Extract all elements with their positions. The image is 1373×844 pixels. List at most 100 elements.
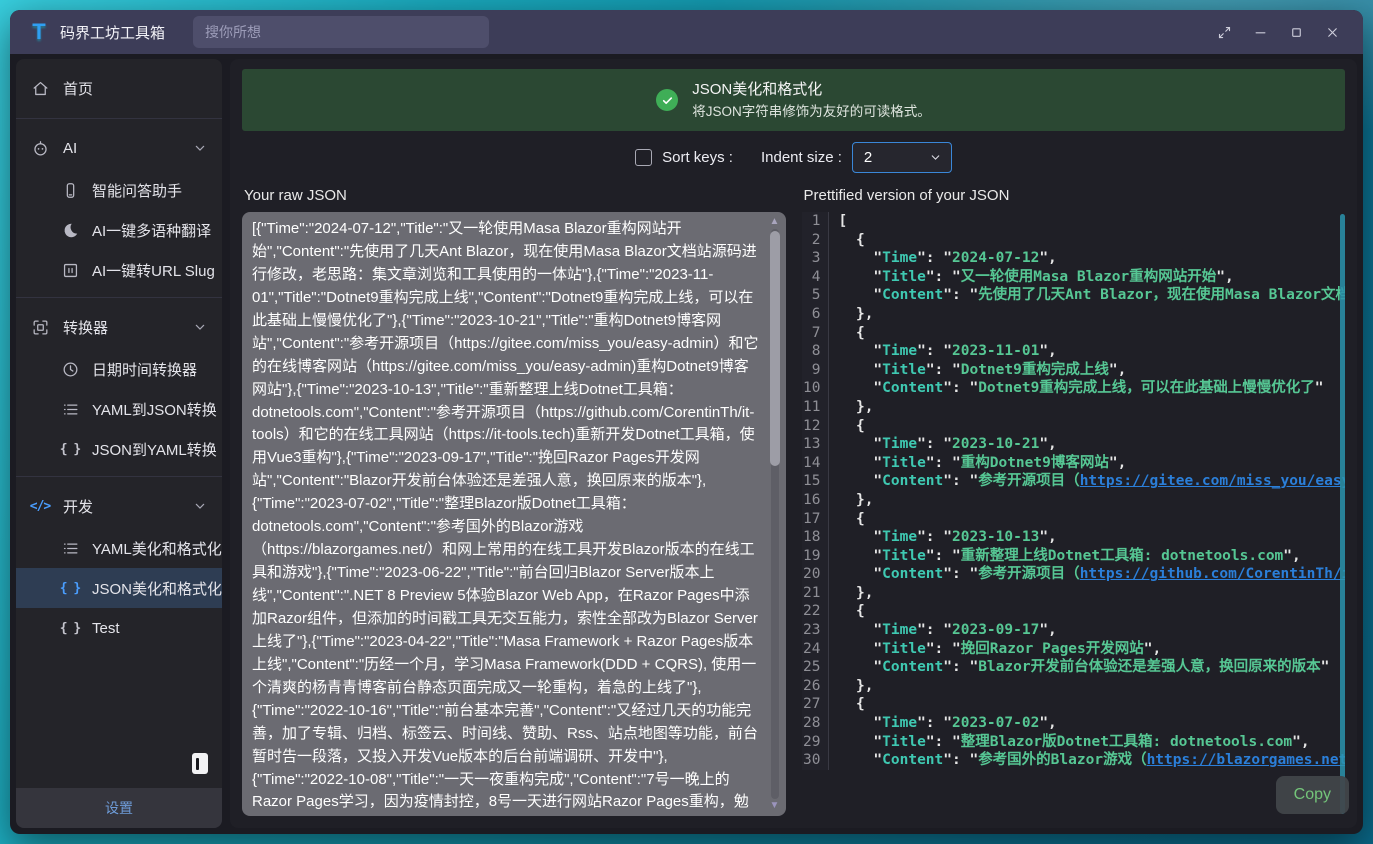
tool-banner: JSON美化和格式化 将JSON字符串修饰为友好的可读格式。	[242, 69, 1345, 131]
line-number: 6	[802, 305, 829, 324]
sort-keys-label: Sort keys :	[662, 149, 733, 166]
line-number: 26	[802, 677, 829, 696]
sort-keys-checkbox[interactable]	[635, 149, 652, 166]
robot-icon	[30, 138, 50, 158]
search-box[interactable]	[193, 16, 489, 48]
close-icon	[1325, 25, 1340, 40]
code-segment: Content	[882, 752, 943, 768]
code-segment: Content	[882, 380, 943, 396]
tool-subtitle: 将JSON字符串修饰为友好的可读格式。	[692, 102, 931, 122]
raw-json-input[interactable]: [{"Time":"2024-07-12","Title":"又一轮使用Masa…	[242, 212, 786, 816]
code-segment: {	[839, 603, 865, 619]
line-number: 22	[802, 602, 829, 621]
raw-json-scrollbar[interactable]: ▲ ▼	[768, 215, 782, 813]
titlebar[interactable]: T 码界工坊工具箱	[10, 10, 1363, 54]
code-segment: {	[839, 511, 865, 527]
settings-button[interactable]: 设置	[16, 788, 222, 828]
code-segment: ",	[1109, 455, 1126, 471]
sidebar-collapse-icon[interactable]	[192, 753, 208, 774]
close-button[interactable]	[1317, 17, 1347, 47]
line-number: 16	[802, 491, 829, 510]
code-content: "Content": "参考开源项目（https://github.com/Co…	[829, 565, 1346, 584]
sidebar-item-json-to-yaml[interactable]: { }JSON到YAML转换	[16, 429, 222, 469]
code-line: 3 "Time": "2024-07-12",	[802, 249, 1346, 268]
code-line: 10 "Content": "Dotnet9重构完成上线，可以在此基础上慢慢优化…	[802, 379, 1346, 398]
code-segment: Time	[882, 436, 917, 452]
scrollbar-thumb[interactable]	[770, 231, 780, 466]
code-content: {	[829, 231, 865, 250]
line-number: 8	[802, 342, 829, 361]
line-number: 18	[802, 528, 829, 547]
code-segment: Time	[882, 622, 917, 638]
code-segment: {	[839, 325, 865, 341]
code-segment: 参考国外的Blazor游戏（	[978, 752, 1146, 768]
code-segment: ": "	[943, 566, 978, 582]
translate-icon	[60, 220, 80, 240]
sidebar-item-json-prettify[interactable]: { }JSON美化和格式化	[16, 568, 222, 608]
banner-text: JSON美化和格式化 将JSON字符串修饰为友好的可读格式。	[692, 78, 931, 122]
code-segment: 2024-07-12	[952, 250, 1039, 266]
code-url-link[interactable]: https://blazorgames.net/	[1147, 752, 1345, 768]
code-line: 26 },	[802, 677, 1346, 696]
chevron-down-icon	[192, 319, 208, 335]
list-icon	[60, 538, 80, 558]
line-number: 25	[802, 658, 829, 677]
code-line: 29 "Title": "整理Blazor版Dotnet工具箱: dotneto…	[802, 733, 1346, 752]
code-lines: 1[2 {3 "Time": "2024-07-12",4 "Title": "…	[802, 212, 1346, 770]
copy-button[interactable]: Copy	[1276, 776, 1349, 814]
sidebar-item-datetime-converter[interactable]: 日期时间转换器	[16, 349, 222, 389]
code-content: "Content": "参考国外的Blazor游戏（https://blazor…	[829, 751, 1346, 770]
code-url-link[interactable]: https://gitee.com/miss_you/easy-admin	[1080, 473, 1345, 489]
code-segment: ",	[1039, 715, 1056, 731]
indent-size-select[interactable]: 2	[852, 142, 952, 173]
code-segment: "	[1315, 380, 1324, 396]
scroll-up-icon[interactable]: ▲	[769, 217, 781, 227]
fullscreen-icon	[1217, 25, 1232, 40]
search-input[interactable]	[205, 24, 477, 40]
code-line: 14 "Title": "重构Dotnet9博客网站",	[802, 454, 1346, 473]
indent-size-label: Indent size :	[761, 149, 842, 166]
sidebar-item-multilang-translate[interactable]: AI一键多语种翻译	[16, 210, 222, 250]
code-segment: Title	[882, 548, 926, 564]
code-segment: ",	[1039, 250, 1056, 266]
sidebar-item-test[interactable]: { }Test	[16, 608, 222, 648]
code-segment: ": "	[926, 362, 961, 378]
maximize-button[interactable]	[1281, 17, 1311, 47]
sidebar-group-dev[interactable]: </>开发	[16, 484, 222, 528]
sidebar-item-label: 转换器	[63, 317, 108, 338]
sidebar-item-home[interactable]: 首页	[16, 65, 222, 111]
minimize-button[interactable]	[1245, 17, 1275, 47]
sidebar-item-yaml-prettify[interactable]: YAML美化和格式化	[16, 528, 222, 568]
sidebar-group-ai[interactable]: AI	[16, 126, 222, 170]
sidebar-item-qa-assistant[interactable]: 智能问答助手	[16, 170, 222, 210]
code-segment: "	[839, 250, 883, 266]
code-segment: ": "	[926, 269, 961, 285]
code-content: {	[829, 602, 865, 621]
code-segment: "	[839, 436, 883, 452]
code-segment: },	[839, 678, 874, 694]
pretty-json-scrollbar[interactable]	[1340, 214, 1345, 814]
code-segment: 2023-07-02	[952, 715, 1039, 731]
sidebar-item-url-slug[interactable]: AI一键转URL Slug	[16, 250, 222, 290]
line-number: 30	[802, 751, 829, 770]
sidebar-item-label: 日期时间转换器	[92, 359, 197, 380]
line-number: 28	[802, 714, 829, 733]
code-segment: 参考开源项目（	[978, 566, 1080, 582]
code-url-link[interactable]: https://github.com/CorentinTh/it-tools	[1080, 566, 1345, 582]
code-segment: ": "	[943, 380, 978, 396]
sidebar-divider	[16, 118, 222, 119]
scroll-down-icon[interactable]: ▼	[769, 801, 781, 811]
code-segment: ": "	[926, 548, 961, 564]
sidebar: 首页 AI智能问答助手AI一键多语种翻译AI一键转URL Slug 转换器日期时间转…	[16, 59, 222, 828]
sidebar-group-converters[interactable]: 转换器	[16, 305, 222, 349]
pretty-json-code[interactable]: 1[2 {3 "Time": "2024-07-12",4 "Title": "…	[802, 212, 1346, 816]
code-segment: ",	[1039, 529, 1056, 545]
code-line: 8 "Time": "2023-11-01",	[802, 342, 1346, 361]
code-content: "Time": "2023-09-17",	[829, 621, 1057, 640]
fullscreen-button[interactable]	[1209, 17, 1239, 47]
minimize-icon	[1253, 25, 1268, 40]
sidebar-item-yaml-to-json[interactable]: YAML到JSON转换	[16, 389, 222, 429]
line-number: 5	[802, 286, 829, 305]
format-controls: Sort keys : Indent size : 2	[242, 131, 1345, 183]
app-title: 码界工坊工具箱	[60, 22, 165, 43]
